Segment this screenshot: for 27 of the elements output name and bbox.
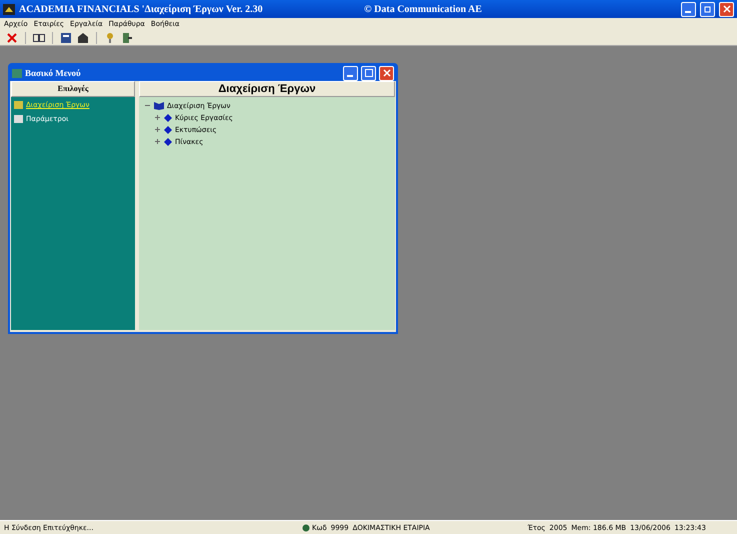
maximize-button[interactable] (361, 66, 376, 80)
expand-icon[interactable] (154, 126, 161, 133)
expand-icon[interactable] (154, 138, 161, 145)
close-button[interactable] (5, 30, 19, 44)
company-icon (302, 524, 310, 532)
column-header: Επιλογές (11, 81, 135, 97)
maximize-icon (364, 69, 372, 77)
close-icon (382, 69, 390, 77)
exit-icon[interactable] (120, 30, 134, 44)
menu-icon (12, 68, 22, 78)
app-icon (3, 4, 15, 14)
collapse-icon[interactable] (144, 102, 151, 109)
copyright-text: © Data Communication AE (364, 4, 482, 14)
window-title: ACADEMIA FINANCIALS 'Διαχείριση Έργων Ver. 2.30 (19, 4, 263, 14)
close-button[interactable] (719, 2, 734, 16)
column-header: Διαχείριση Έργων (139, 81, 395, 97)
restore-button[interactable] (700, 2, 715, 16)
minimize-button[interactable] (343, 66, 358, 80)
book-icon (154, 101, 164, 110)
calculator-icon[interactable] (59, 30, 73, 44)
restore-icon (704, 5, 712, 13)
building-icon[interactable] (76, 30, 90, 44)
expand-icon[interactable] (154, 114, 161, 121)
child-window-title: Βασικό Μενού (25, 68, 81, 78)
close-icon (722, 5, 730, 13)
minimize-button[interactable] (681, 2, 696, 16)
close-button[interactable] (379, 66, 394, 80)
